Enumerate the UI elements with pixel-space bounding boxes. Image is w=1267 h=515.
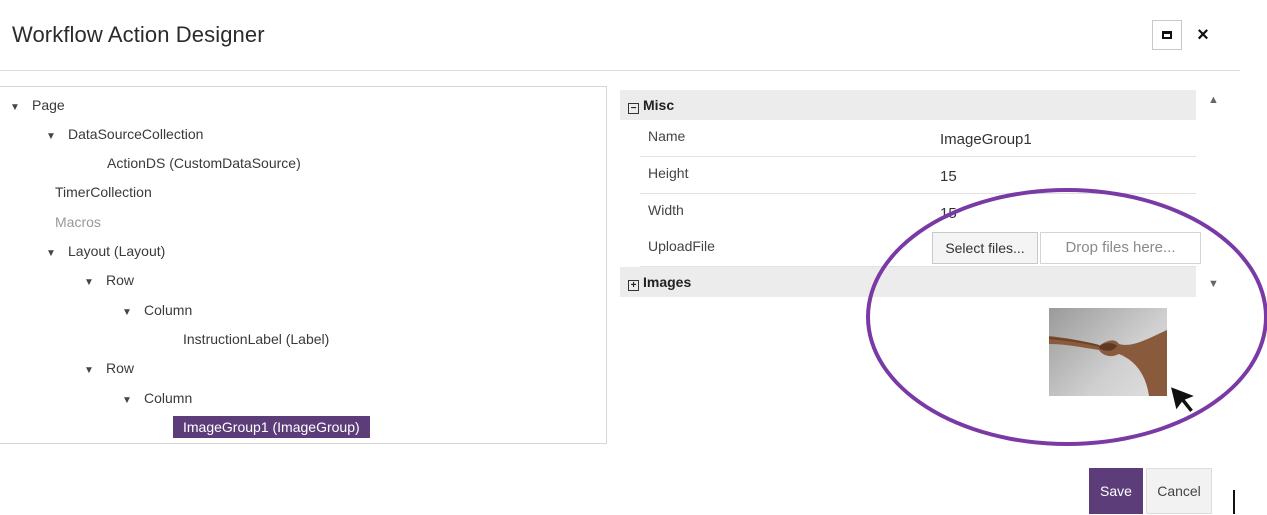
tree-node-column[interactable]: ▼ Column xyxy=(122,299,192,321)
expand-arrow-icon[interactable]: ▼ xyxy=(10,97,24,119)
component-tree[interactable]: ▼ Page ▼ DataSourceCollection ActionDS (Cu… xyxy=(0,86,607,444)
save-button[interactable]: Save xyxy=(1089,468,1143,514)
property-value[interactable]: 15 xyxy=(940,161,957,193)
text-caret xyxy=(1233,490,1235,514)
cancel-button[interactable]: Cancel xyxy=(1146,468,1212,514)
expand-arrow-icon[interactable]: ▼ xyxy=(46,243,60,265)
tree-node-layout[interactable]: ▼ Layout (Layout) xyxy=(46,240,165,262)
tree-node-instructionlabel[interactable]: InstructionLabel (Label) xyxy=(183,328,329,350)
expand-arrow-icon[interactable]: ▼ xyxy=(122,302,136,324)
close-icon: × xyxy=(1197,23,1209,46)
tree-node-page[interactable]: ▼ Page xyxy=(10,94,65,116)
highlight-circle xyxy=(866,188,1267,446)
tree-node-row[interactable]: ▼ Row xyxy=(84,269,134,291)
tree-node-actionds[interactable]: ActionDS (CustomDataSource) xyxy=(107,152,301,174)
tree-node-timercollection[interactable]: TimerCollection xyxy=(55,181,152,203)
header-divider xyxy=(0,70,1240,71)
tree-node-column[interactable]: ▼ Column xyxy=(122,387,192,409)
dialog-title: Workflow Action Designer xyxy=(12,22,265,47)
group-misc[interactable]: − Misc xyxy=(620,90,1196,120)
property-row-name[interactable]: Name ImageGroup1 xyxy=(640,120,1196,157)
property-value[interactable]: ImageGroup1 xyxy=(940,124,1032,156)
collapse-icon[interactable]: − xyxy=(628,103,639,114)
property-row-height[interactable]: Height 15 xyxy=(640,157,1196,194)
expand-arrow-icon[interactable]: ▼ xyxy=(122,390,136,412)
expand-icon[interactable]: + xyxy=(628,280,639,291)
tree-node-row[interactable]: ▼ Row xyxy=(84,357,134,379)
expand-arrow-icon[interactable]: ▼ xyxy=(84,360,98,382)
tree-node-datasourcecollection[interactable]: ▼ DataSourceCollection xyxy=(46,123,203,145)
maximize-button[interactable] xyxy=(1152,20,1182,50)
tree-node-macros[interactable]: Macros xyxy=(55,211,101,233)
scroll-up-icon[interactable]: ▲ xyxy=(1208,94,1219,106)
expand-arrow-icon[interactable]: ▼ xyxy=(46,126,60,148)
maximize-icon xyxy=(1162,31,1172,39)
expand-arrow-icon[interactable]: ▼ xyxy=(84,272,98,294)
close-button[interactable]: × xyxy=(1188,20,1218,50)
tree-node-imagegroup1[interactable]: ImageGroup1 (ImageGroup) xyxy=(173,416,370,438)
